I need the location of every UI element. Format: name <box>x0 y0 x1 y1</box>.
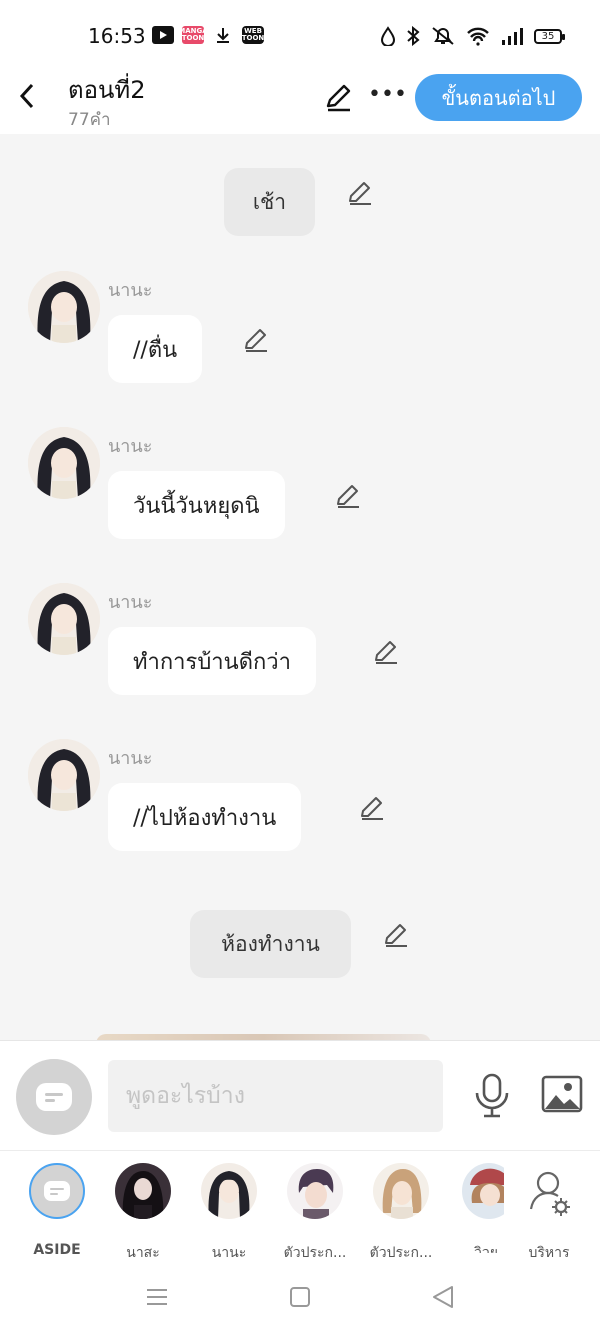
back-button[interactable] <box>12 78 42 114</box>
avatar <box>201 1163 257 1219</box>
edit-message-icon[interactable] <box>242 327 270 355</box>
message-bubble[interactable]: //ตื่น <box>108 315 203 383</box>
battery-icon: 35 <box>534 28 565 44</box>
message-bubble[interactable]: //ไปห้องทำงาน <box>108 783 302 851</box>
editor-header: ตอนที่2 77คำ ••• ขั้นตอนต่อไป <box>0 62 600 134</box>
word-count: 77คำ <box>68 110 111 130</box>
character-item[interactable]: ตัวประก... <box>359 1163 443 1261</box>
webtoon-icon: WEB TOON <box>241 26 265 44</box>
character-item[interactable]: นาสะ <box>101 1163 185 1261</box>
wifi-icon <box>467 27 489 46</box>
back-triangle-icon[interactable] <box>428 1282 458 1312</box>
menu-icon[interactable] <box>142 1282 172 1312</box>
chat-area[interactable]: เช้า นานะ //ตื่น นานะ วันนี้วันหยุดนิ นา… <box>0 134 600 1040</box>
silent-icon <box>432 27 454 45</box>
edit-message-icon[interactable] <box>334 483 362 511</box>
message-input[interactable] <box>108 1060 443 1132</box>
sender-name: นานะ <box>108 592 153 613</box>
chat-message: นานะ วันนี้วันหยุดนิ <box>28 427 588 557</box>
character-name: ASIDE <box>33 1242 81 1258</box>
character-item[interactable]: นานะ <box>187 1163 271 1261</box>
edit-title-icon[interactable] <box>322 82 354 114</box>
message-bubble[interactable]: วันนี้วันหยุดนิ <box>108 471 285 539</box>
aside-toggle-button[interactable] <box>16 1059 92 1135</box>
edit-scene-icon[interactable] <box>382 922 410 950</box>
edit-message-icon[interactable] <box>372 639 400 667</box>
character-item[interactable]: วิวย <box>444 1163 504 1253</box>
character-bar: ASIDE นาสะ นานะ ตัวประก... ตัวประก... วิ… <box>0 1150 600 1261</box>
input-bar <box>0 1040 600 1150</box>
system-icons: 35 <box>380 26 565 46</box>
data-saver-icon <box>380 26 396 46</box>
chat-bubble-icon <box>44 1181 70 1201</box>
character-name: วิวย <box>474 1245 498 1253</box>
status-bar: 16:53 MANGA TOON WEB TOON 35 <box>0 0 600 62</box>
character-item[interactable]: ตัวประก... <box>273 1163 357 1261</box>
sender-name: นานะ <box>108 280 153 301</box>
avatar[interactable] <box>28 739 100 811</box>
download-icon <box>212 26 234 44</box>
chat-message: นานะ //ไปห้องทำงาน <box>28 739 588 869</box>
youtube-icon <box>152 26 174 44</box>
bluetooth-icon <box>407 26 420 46</box>
sender-name: นานะ <box>108 436 153 457</box>
avatar <box>287 1163 343 1219</box>
manage-characters-button[interactable]: บริหาร <box>507 1163 591 1261</box>
microphone-icon[interactable] <box>474 1073 510 1119</box>
chat-bubble-icon <box>36 1083 72 1111</box>
more-options-icon[interactable]: ••• <box>368 82 407 114</box>
home-icon[interactable] <box>285 1282 315 1312</box>
chevron-left-icon <box>19 83 34 109</box>
avatar[interactable] <box>28 271 100 343</box>
image-icon[interactable] <box>541 1075 583 1113</box>
system-nav-bar <box>0 1258 600 1333</box>
episode-title: ตอนที่2 <box>68 76 146 104</box>
notification-icons: MANGA TOON WEB TOON <box>152 26 264 44</box>
signal-icon <box>502 28 523 45</box>
edit-message-icon[interactable] <box>358 795 386 823</box>
chat-message: นานะ //ตื่น <box>28 271 588 401</box>
avatar <box>373 1163 429 1219</box>
avatar <box>462 1163 504 1219</box>
aside-avatar <box>29 1163 85 1219</box>
manage-icon <box>521 1163 577 1219</box>
chat-message: นานะ ทำการบ้านดีกว่า <box>28 583 588 713</box>
avatar <box>115 1163 171 1219</box>
manga-toon-icon: MANGA TOON <box>178 26 208 44</box>
next-step-button[interactable]: ขั้นตอนต่อไป <box>415 74 582 121</box>
character-aside[interactable]: ASIDE <box>15 1163 99 1258</box>
scene-marker[interactable]: เช้า <box>224 168 315 236</box>
avatar[interactable] <box>28 427 100 499</box>
message-bubble[interactable]: ทำการบ้านดีกว่า <box>108 627 317 695</box>
avatar[interactable] <box>28 583 100 655</box>
edit-scene-icon[interactable] <box>346 180 374 208</box>
scene-marker[interactable]: ห้องทำงาน <box>190 910 351 978</box>
sender-name: นานะ <box>108 748 153 769</box>
status-time: 16:53 <box>88 24 146 48</box>
